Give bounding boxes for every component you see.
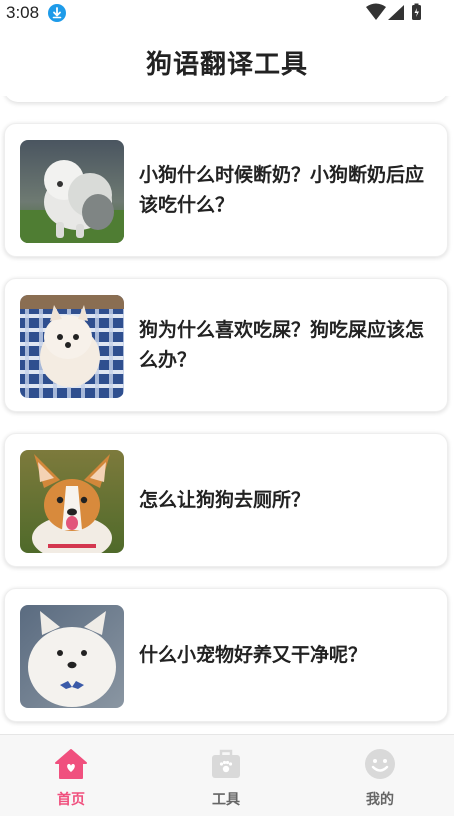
nav-label-home: 首页 (57, 792, 85, 808)
article-card[interactable]: 什么小宠物好养又干净呢？ (4, 588, 448, 722)
article-card[interactable]: 狗为什么喜欢吃屎？狗吃屎应该怎么办？ (4, 278, 448, 412)
wifi-icon (366, 3, 386, 20)
page-title: 狗语翻译工具 (145, 50, 308, 80)
battery-icon (412, 3, 421, 20)
article-card[interactable]: 小狗什么时候断奶？小狗断奶后应该吃什么？ (4, 123, 448, 257)
status-time: 3:08 (6, 3, 40, 22)
article-title: 怎么让狗狗去厕所？ (139, 489, 311, 511)
old-english-sheepdog-photo (20, 140, 124, 243)
toolbox-icon (209, 747, 243, 781)
article-title: 什么小宠物好养又干净呢？ (139, 644, 368, 666)
system-icons (366, 3, 424, 23)
pomeranian-photo (20, 295, 124, 398)
nav-tab-tools[interactable]: 工具 (176, 735, 276, 816)
nav-tab-home[interactable]: 首页 (21, 735, 121, 816)
nav-label-mine: 我的 (366, 792, 394, 808)
app-header: 狗语翻译工具 (0, 26, 454, 96)
article-title: 小狗什么时候断奶？小狗断奶后应该吃什么？ (139, 164, 425, 216)
article-card[interactable]: 怎么让狗狗去厕所？ (4, 433, 448, 567)
article-title: 狗为什么喜欢吃屎？狗吃屎应该怎么办？ (139, 319, 425, 371)
article-card-partial[interactable] (4, 96, 448, 102)
smiley-profile-icon (363, 747, 397, 781)
status-bar: 3:08 (0, 0, 454, 26)
nav-label-tools: 工具 (212, 792, 240, 808)
signal-icon (388, 5, 404, 20)
nav-tab-mine[interactable]: 我的 (330, 735, 430, 816)
samoyed-puppy-photo (20, 605, 124, 708)
article-list[interactable]: 小狗什么时候断奶？小狗断奶后应该吃什么？ 狗为什么喜欢吃屎？狗吃屎应该怎么办？ … (0, 96, 454, 734)
download-icon (48, 4, 66, 22)
home-icon (54, 747, 88, 781)
bottom-nav: 首页 工具 我的 (0, 734, 454, 816)
corgi-photo (20, 450, 124, 553)
